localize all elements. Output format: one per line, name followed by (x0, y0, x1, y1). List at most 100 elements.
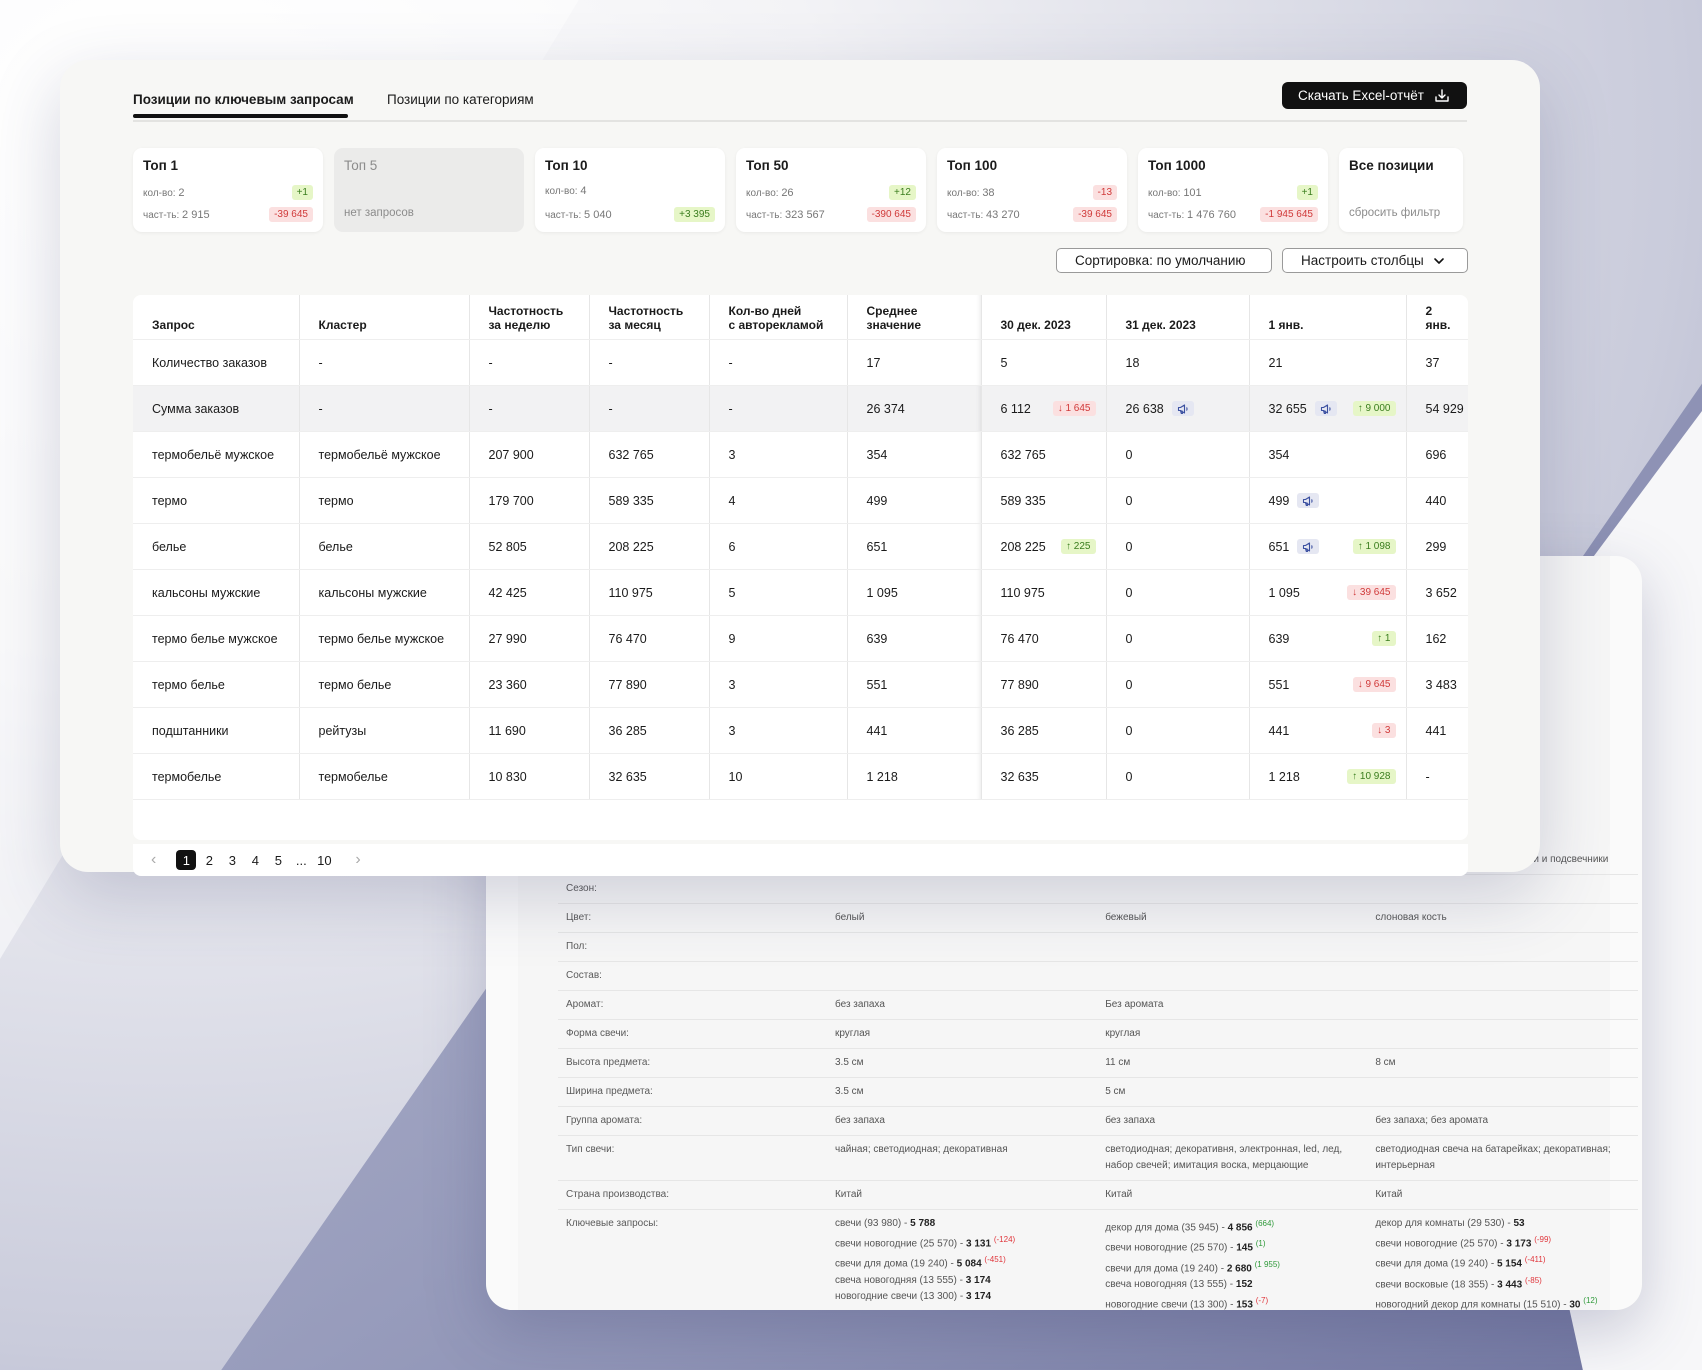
column-header[interactable]: 31 дек. 2023 (1106, 295, 1250, 340)
top-filters: Топ 1 кол-во: 2 +1 част-ть: 2 915 -39 645 Топ… (133, 148, 1463, 232)
column-header[interactable]: 30 дек. 2023 (981, 295, 1107, 340)
date-cell-value-group: 3 483 (1426, 678, 1457, 692)
column-header[interactable]: Кластер (299, 295, 470, 340)
count-label: кол-во: (545, 186, 581, 197)
date-cell-content: 36 285 (1001, 724, 1096, 738)
characteristic-value: Китай (1367, 1180, 1638, 1210)
date-position-cell: - (1406, 753, 1468, 800)
characteristic-value: 8 см (1367, 1048, 1638, 1078)
top-filter-card[interactable]: Топ 1000 кол-во: 101 +1 част-ть: 1 476 760 -… (1138, 148, 1328, 232)
table-row[interactable]: термобелье термобелье 10 830 32 635 10 1 218 3… (133, 753, 1468, 800)
next-page-button[interactable]: › (355, 851, 360, 869)
date-cell-value: 0 (1125, 723, 1133, 738)
download-excel-button[interactable]: Скачать Excel-отчёт (1281, 82, 1467, 109)
column-header[interactable]: Запрос (133, 295, 300, 340)
configure-columns-button[interactable]: Настроить столбцы (1282, 248, 1468, 273)
table-cell: - (469, 339, 590, 386)
table-row[interactable]: термо белье термо белье 23 360 77 890 3 551 77… (133, 661, 1468, 708)
top-filter-card[interactable]: Все позиции сбросить фильтр (1339, 148, 1463, 232)
top-filter-title: Топ 1000 (1148, 158, 1206, 173)
top-filter-title: Топ 10 (545, 158, 588, 173)
date-cell-content: 76 470 (1001, 632, 1096, 646)
date-position-cell: 3 483 (1406, 661, 1468, 708)
table-row[interactable]: подштанники рейтузы 11 690 36 285 3 441 36 285… (133, 707, 1468, 754)
count-value: кол-во: 101 (1148, 186, 1202, 199)
count-change-badge: +1 (291, 185, 313, 200)
table-row[interactable]: белье белье 52 805 208 225 6 651 208 225 ↑ 225 0… (133, 523, 1468, 570)
top-filter-card[interactable]: Топ 50 кол-во: 26 +12 част-ть: 323 567 -390 … (736, 148, 926, 232)
top-filter-empty: нет запросов (344, 207, 414, 219)
keywords-cell: декор для дома (35 945) - 4 856 (664) све… (1097, 1209, 1368, 1310)
sort-button[interactable]: Сортировка: по умолчанию (1056, 248, 1272, 273)
table-row[interactable]: кальсоны мужские кальсоны мужские 42 425 11… (133, 569, 1468, 616)
page-number-button[interactable]: 2 (199, 850, 219, 870)
keyword-entry: свечи восковые (18 355) - 3 443 (-85) (1375, 1275, 1542, 1290)
table-cell: 632 765 (589, 431, 710, 478)
megaphone-icon (1297, 539, 1320, 554)
characteristic-value: светодиодная свеча на батарейках; декора… (1367, 1135, 1638, 1181)
date-position-cell: 0 (1106, 569, 1250, 616)
previous-page-button[interactable]: ‹ (151, 851, 156, 869)
count-change-badge: +12 (889, 185, 916, 200)
date-cell-value-group: 36 285 (1001, 724, 1039, 738)
table-cell: 110 975 (589, 569, 710, 616)
characteristic-value: бежевый (1097, 903, 1368, 933)
column-header[interactable]: Среднее значение (847, 295, 982, 340)
keyword-position: 5 154 (1496, 1258, 1522, 1270)
keywords-label: Ключевые запросы: (558, 1209, 827, 1310)
date-cell-content: 32 655 ↑ 9 000 (1269, 401, 1396, 416)
tab-category-positions[interactable]: Позиции по категориям (387, 92, 534, 107)
date-cell-content: 696 (1426, 448, 1459, 462)
reset-filter-link[interactable]: сбросить фильтр (1349, 207, 1440, 219)
table-cell: 441 (847, 707, 982, 754)
column-header[interactable]: 1 янв. (1249, 295, 1407, 340)
table-row[interactable]: термо термо 179 700 589 335 4 499 589 335 0 499 4… (133, 477, 1468, 524)
column-header[interactable]: Частотность за месяц (589, 295, 710, 340)
date-cell-value-group: 77 890 (1001, 678, 1039, 692)
page-number-button[interactable]: 1 (176, 850, 197, 870)
page-number-button[interactable]: 10 (314, 850, 334, 870)
date-cell-content: - (1426, 770, 1459, 784)
column-header[interactable]: 2 янв. (1406, 295, 1468, 340)
table-cell: 23 360 (469, 661, 590, 708)
table-row[interactable]: Сумма заказов - - - -26 374 6 112 ↓ 1 645 26 63… (133, 385, 1468, 432)
column-header[interactable]: Частотность за неделю (469, 295, 590, 340)
date-position-cell: 354 (1249, 431, 1407, 478)
date-cell-value: 0 (1125, 493, 1133, 508)
top-filter-card[interactable]: Топ 100 кол-во: 38 -13 част-ть: 43 270 -39 6… (937, 148, 1127, 232)
date-position-cell: 1 095 ↓ 39 645 (1249, 569, 1407, 616)
date-cell-content: 632 765 (1001, 448, 1096, 462)
top-filter-title: Топ 100 (947, 158, 998, 173)
top-filter-card[interactable]: Топ 10 кол-во: 4 част-ть: 5 040 +3 395 (535, 148, 725, 232)
date-cell-value-group: 21 (1269, 356, 1283, 370)
keyword-position-change: (12) (1583, 1295, 1598, 1305)
top-filter-card[interactable]: Топ 5 нет запросов (334, 148, 524, 232)
date-cell-value-group: 32 655 (1269, 401, 1337, 416)
table-cell: 27 990 (469, 615, 590, 662)
date-cell-value: 21 (1268, 355, 1283, 370)
date-cell-value-group: 440 (1426, 494, 1447, 508)
position-change-badge: ↑ 1 098 (1352, 539, 1396, 554)
date-cell-value: - (1425, 769, 1430, 784)
table-row[interactable]: Количество заказов - - - -17 5 18 21 37 (133, 339, 1468, 386)
date-cell-content: 0 (1126, 678, 1239, 692)
table-cell: 639 (847, 615, 982, 662)
page-number-button[interactable]: 4 (245, 850, 265, 870)
column-header[interactable]: Кол-во дней с авторекламой (709, 295, 848, 340)
date-position-cell: 76 470 (981, 615, 1107, 662)
page-number-button[interactable]: 3 (222, 850, 242, 870)
date-cell-content: 6 112 ↓ 1 645 (1001, 401, 1096, 416)
page-number-button[interactable]: 5 (268, 850, 288, 870)
characteristic-label: Ширина предмета: (558, 1077, 827, 1107)
characteristic-value: 3.5 см (826, 1077, 1098, 1107)
frequency-change-badge: +3 395 (674, 207, 715, 222)
date-cell-value: 639 (1268, 631, 1290, 646)
table-row[interactable]: термобельё мужское термобельё мужское 207 … (133, 431, 1468, 478)
tab-keyword-positions[interactable]: Позиции по ключевым запросам (133, 92, 354, 107)
table-cell: термо белье (299, 661, 470, 708)
top-filter-card[interactable]: Топ 1 кол-во: 2 +1 част-ть: 2 915 -39 645 (133, 148, 323, 232)
date-position-cell: 441 ↓ 3 (1249, 707, 1407, 754)
table-row[interactable]: термо белье мужское термо белье мужское 27… (133, 615, 1468, 662)
date-cell-value: 299 (1425, 539, 1447, 554)
date-cell-content: 162 (1426, 632, 1459, 646)
